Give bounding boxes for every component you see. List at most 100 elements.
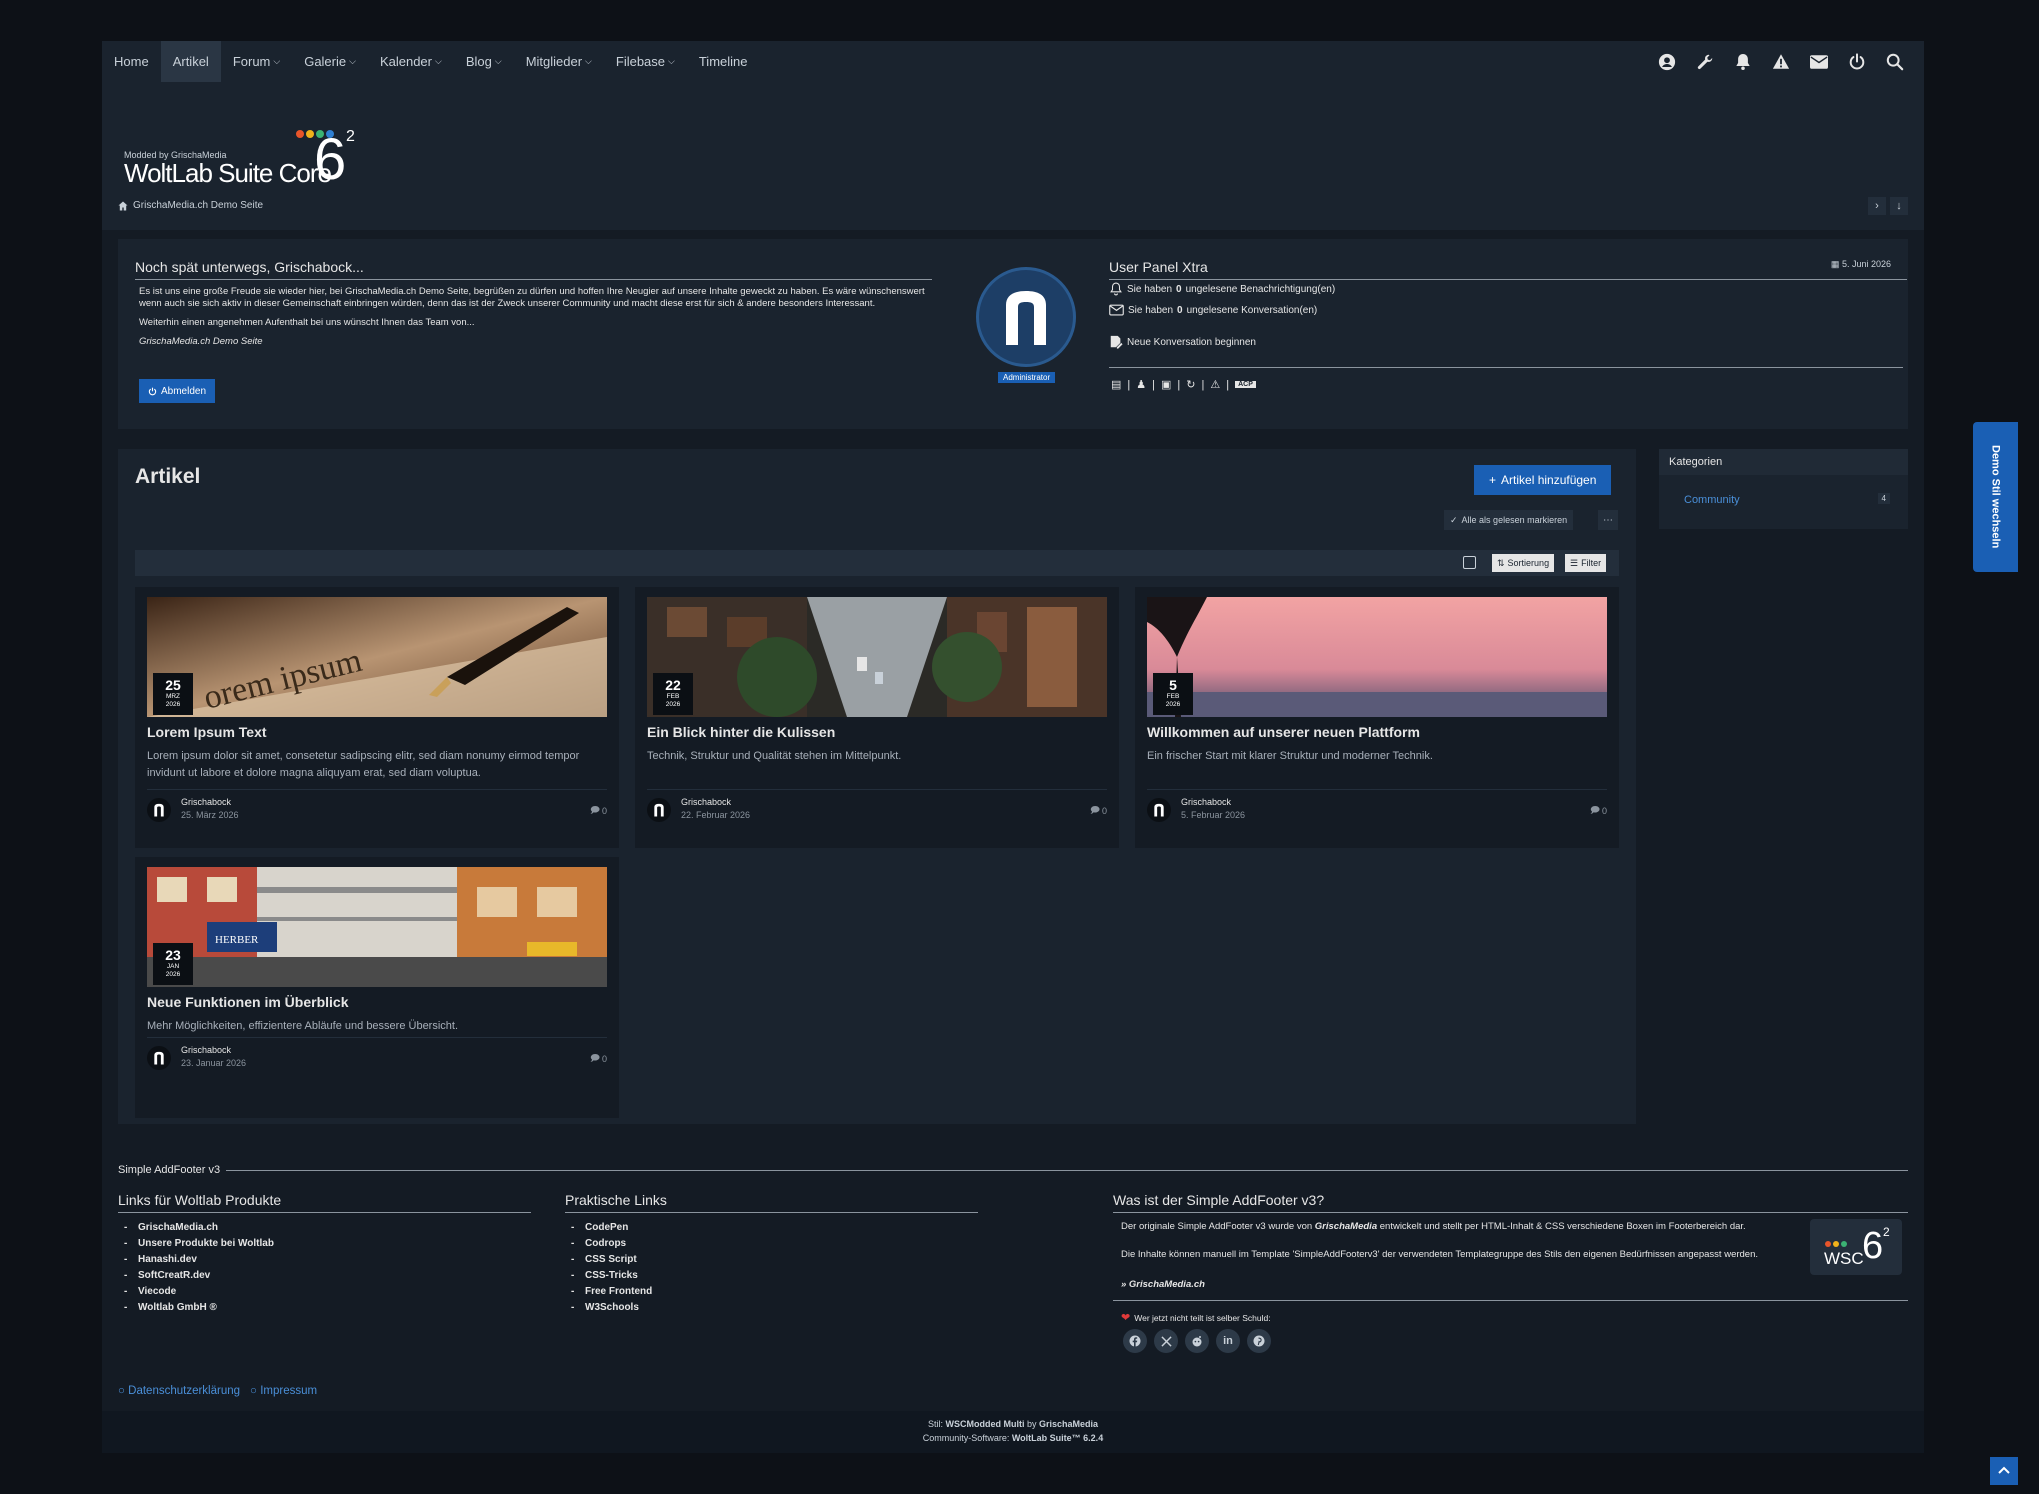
footer-link[interactable]: Viecode	[118, 1284, 531, 1300]
more-options-button[interactable]: ⋯	[1598, 510, 1618, 530]
id-card-icon[interactable]: ▤	[1111, 378, 1121, 391]
wrench-icon[interactable]	[1686, 41, 1724, 82]
grischamedia-link[interactable]: GrischaMedia	[1315, 1221, 1377, 1232]
comment-count[interactable]: 🗩 0	[590, 1051, 607, 1067]
footer-link[interactable]: GrischaMedia.ch	[118, 1220, 531, 1236]
comment-count[interactable]: 🗩 0	[1590, 803, 1607, 819]
envelope-icon[interactable]	[1800, 41, 1838, 82]
footer-link[interactable]: CSS-Tricks	[565, 1268, 978, 1284]
nav-timeline[interactable]: Timeline	[687, 41, 760, 82]
nav-forum[interactable]: Forum ⌵	[221, 41, 292, 82]
user-icon[interactable]	[1648, 41, 1686, 82]
footer-link[interactable]: SoftCreatR.dev	[118, 1268, 531, 1284]
author-avatar[interactable]	[147, 798, 171, 822]
footer-link[interactable]: Codrops	[565, 1236, 978, 1252]
page-header: Modded by GrischaMedia WoltLab Suite Cor…	[102, 82, 1924, 230]
refresh-icon[interactable]: ↻	[1186, 378, 1195, 391]
author-name[interactable]: Grischabock	[1181, 797, 1231, 807]
warning-icon[interactable]: ⚠	[1210, 378, 1220, 391]
article-card[interactable]: 5 FEB 2026 Willkommen auf unserer neuen …	[1135, 587, 1619, 848]
notification-count: 0	[1176, 283, 1182, 295]
footer-link[interactable]: CodePen	[565, 1220, 978, 1236]
style-author[interactable]: GrischaMedia	[1039, 1419, 1098, 1429]
breadcrumb-label: GrischaMedia.ch Demo Seite	[133, 200, 264, 211]
add-article-button[interactable]: + Artikel hinzufügen	[1474, 465, 1612, 495]
warning-icon[interactable]	[1762, 41, 1800, 82]
reddit-icon[interactable]	[1185, 1329, 1209, 1353]
nav-blog[interactable]: Blog ⌵	[454, 41, 514, 82]
pinterest-icon[interactable]	[1247, 1329, 1271, 1353]
separator: |	[1201, 378, 1205, 391]
style-name[interactable]: WSCModded Multi	[945, 1419, 1024, 1429]
footer-link[interactable]: Hanashi.dev	[118, 1252, 531, 1268]
conversations-line[interactable]: Sie haben 0 ungelesene Konversation(en)	[1109, 304, 1317, 316]
footer-link[interactable]: W3Schools	[565, 1300, 978, 1316]
users-cog-icon[interactable]: ♟	[1136, 378, 1146, 391]
bell-icon[interactable]	[1724, 41, 1762, 82]
site-logo[interactable]: Modded by GrischaMedia WoltLab Suite Cor…	[124, 102, 384, 192]
new-conversation-link[interactable]: Neue Konversation beginnen	[1109, 335, 1256, 349]
software-name[interactable]: WoltLab Suite™ 6.2.4	[1012, 1433, 1103, 1443]
author-avatar[interactable]	[147, 1046, 171, 1070]
article-card[interactable]: 22 FEB 2026 Ein Blick hinter die Kulisse…	[635, 587, 1119, 848]
nav-mitglieder[interactable]: Mitglieder ⌵	[514, 41, 604, 82]
comment-count[interactable]: 🗩 0	[1090, 803, 1107, 819]
sort-button[interactable]: ⇅ Sortierung	[1492, 554, 1555, 572]
author-name[interactable]: Grischabock	[681, 797, 731, 807]
filter-button[interactable]: ☰ Filter	[1565, 554, 1607, 572]
nav-kalender[interactable]: Kalender ⌵	[368, 41, 454, 82]
footer-link[interactable]: Unsere Produkte bei Woltlab	[118, 1236, 531, 1252]
nav-home[interactable]: Home	[102, 41, 161, 82]
notifications-line[interactable]: Sie haben 0 ungelesene Benachrichtigung(…	[1109, 282, 1335, 296]
author-avatar[interactable]	[1147, 798, 1171, 822]
avatar[interactable]	[976, 267, 1076, 367]
style-switch-tab[interactable]: Demo Stil wechseln	[1973, 422, 2018, 572]
divider	[1147, 789, 1607, 790]
nav-galerie[interactable]: Galerie ⌵	[292, 41, 368, 82]
facebook-icon[interactable]	[1123, 1329, 1147, 1353]
article-title[interactable]: Lorem Ipsum Text	[147, 724, 267, 740]
article-title[interactable]: Ein Blick hinter die Kulissen	[647, 724, 835, 740]
divider	[1109, 367, 1903, 368]
footer-link[interactable]: Woltlab GmbH ®	[118, 1300, 531, 1316]
author-name[interactable]: Grischabock	[181, 1045, 231, 1055]
comment-count[interactable]: 🗩 0	[590, 803, 607, 819]
grischamedia-link[interactable]: » GrischaMedia.ch	[1121, 1279, 1205, 1290]
linkedin-icon[interactable]: in	[1216, 1329, 1240, 1353]
author-avatar[interactable]	[647, 798, 671, 822]
image-icon[interactable]: ▣	[1161, 378, 1171, 391]
article-title[interactable]: Willkommen auf unserer neuen Plattform	[1147, 724, 1420, 740]
sort-label: Sortierung	[1507, 558, 1550, 568]
author-name[interactable]: Grischabock	[181, 797, 231, 807]
article-card[interactable]: orem ipsum 25 MRZ 2026 Lorem Ipsum Text …	[135, 587, 619, 848]
imprint-link[interactable]: ○ Impressum	[250, 1385, 317, 1397]
article-image[interactable]: HERBER 23 JAN 2026	[147, 867, 607, 987]
power-icon[interactable]	[1838, 41, 1876, 82]
chevron-down-icon: ⌵	[494, 56, 502, 66]
date-month: FEB	[1166, 693, 1180, 700]
comment-count-value: 0	[601, 806, 607, 816]
category-count-badge: 4	[1877, 493, 1890, 504]
search-icon[interactable]	[1876, 41, 1914, 82]
footer-link[interactable]: Free Frontend	[565, 1284, 978, 1300]
logout-button[interactable]: Abmelden	[139, 379, 216, 403]
article-image[interactable]: orem ipsum 25 MRZ 2026	[147, 597, 607, 717]
breadcrumb[interactable]: GrischaMedia.ch Demo Seite	[118, 200, 263, 211]
select-all-checkbox[interactable]	[1463, 556, 1476, 569]
arrow-down-icon[interactable]: ↓	[1890, 197, 1908, 215]
footer-link[interactable]: CSS Script	[565, 1252, 978, 1268]
acp-link[interactable]: ACP	[1235, 381, 1256, 388]
back-to-top-button[interactable]	[1990, 1457, 2018, 1485]
article-title[interactable]: Neue Funktionen im Überblick	[147, 994, 348, 1010]
privacy-link[interactable]: ○ Datenschutzerklärung	[118, 1385, 240, 1397]
sidebar-item-community[interactable]: Community	[1684, 494, 1740, 506]
mark-all-read-button[interactable]: ✓ Alle als gelesen markieren	[1444, 510, 1574, 530]
article-card[interactable]: HERBER 23 JAN 2026 Neue Funktionen im Üb…	[135, 857, 619, 1118]
article-image[interactable]: 5 FEB 2026	[1147, 597, 1607, 717]
x-twitter-icon[interactable]	[1154, 1329, 1178, 1353]
chevron-right-icon[interactable]: ›	[1868, 197, 1886, 215]
date-label: 5. Juni 2026	[1841, 259, 1891, 269]
nav-filebase[interactable]: Filebase ⌵	[604, 41, 687, 82]
article-image[interactable]: 22 FEB 2026	[647, 597, 1107, 717]
nav-artikel[interactable]: Artikel	[160, 41, 221, 82]
